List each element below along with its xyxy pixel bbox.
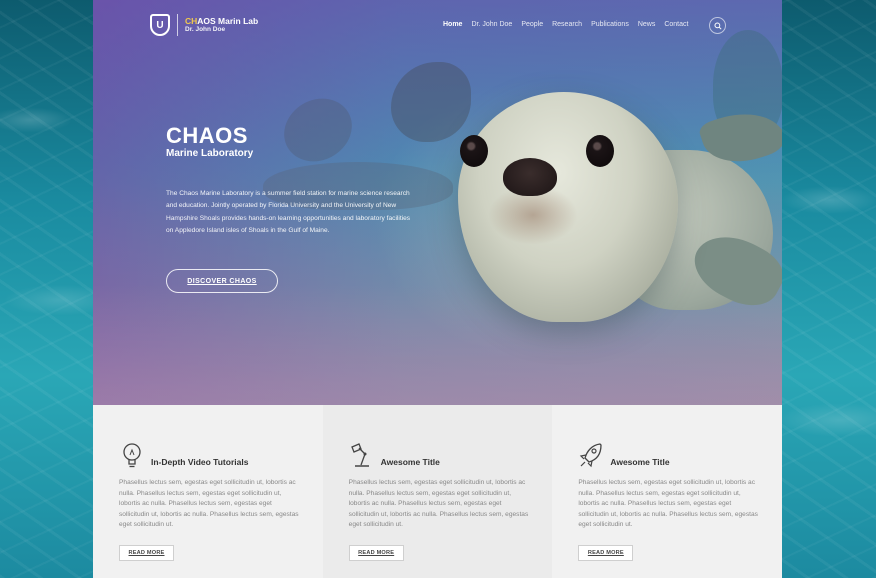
feature-card: Awesome Title Phasellus lectus sem, eges…	[322, 405, 553, 578]
logo-subtitle: Dr. John Doe	[185, 26, 226, 33]
site-logo[interactable]: U CHAOS Marin Lab Dr. John Doe	[150, 14, 258, 36]
seal-eye	[460, 135, 488, 167]
desk-lamp-icon	[350, 443, 369, 467]
nav-item-publications[interactable]: Publications	[591, 21, 629, 28]
feature-title: Awesome Title	[610, 457, 670, 467]
logo-divider	[177, 14, 178, 36]
main-nav: Home Dr. John Doe People Research Public…	[443, 21, 697, 28]
nav-item-contact[interactable]: Contact	[664, 21, 688, 28]
logo-title-accent: CH	[185, 15, 198, 26]
search-button[interactable]	[709, 17, 726, 34]
logo-title-rest: AOS Marin Lab	[197, 15, 259, 26]
features-section: In-Depth Video Tutorials Phasellus lectu…	[93, 405, 782, 578]
feature-text: Phasellus lectus sem, egestas eget solli…	[578, 479, 758, 529]
nav-item-home[interactable]: Home	[443, 21, 462, 28]
nav-item-people[interactable]: People	[521, 21, 543, 28]
feature-title: Awesome Title	[380, 457, 440, 467]
feature-title: In-Depth Video Tutorials	[151, 457, 249, 467]
nav-item-dr-john-doe[interactable]: Dr. John Doe	[471, 21, 512, 28]
search-icon	[713, 21, 722, 30]
logo-title: CHAOS Marin Lab	[185, 15, 259, 26]
background-seal	[391, 62, 471, 142]
hero-subtitle: Marine Laboratory	[166, 148, 254, 159]
hero-description: The Chaos Marine Laboratory is a summer …	[166, 190, 411, 234]
page-container: U CHAOS Marin Lab Dr. John Doe Home Dr. …	[93, 0, 782, 578]
feature-card: Awesome Title Phasellus lectus sem, eges…	[552, 405, 782, 578]
feature-text: Phasellus lectus sem, egestas eget solli…	[119, 479, 299, 529]
hero-section: U CHAOS Marin Lab Dr. John Doe Home Dr. …	[93, 0, 782, 405]
logo-text: CHAOS Marin Lab Dr. John Doe	[185, 15, 259, 34]
seal-nose	[503, 158, 557, 196]
read-more-button[interactable]: READ MORE	[348, 545, 404, 561]
shield-logo-icon: U	[150, 14, 170, 36]
feature-text: Phasellus lectus sem, egestas eget solli…	[348, 479, 529, 529]
nav-item-news[interactable]: News	[638, 21, 656, 28]
logo-badge-letter: U	[156, 19, 164, 31]
lightbulb-icon	[123, 443, 141, 468]
background-seal	[272, 86, 364, 174]
discover-button[interactable]: DISCOVER CHAOS	[166, 269, 278, 293]
rocket-icon	[580, 443, 602, 468]
hero-title: CHAOS	[166, 123, 248, 148]
nav-item-research[interactable]: Research	[552, 21, 582, 28]
seal-eye	[586, 135, 614, 167]
read-more-button[interactable]: READ MORE	[119, 545, 174, 561]
read-more-button[interactable]: READ MORE	[578, 545, 634, 561]
feature-card: In-Depth Video Tutorials Phasellus lectu…	[93, 405, 323, 578]
